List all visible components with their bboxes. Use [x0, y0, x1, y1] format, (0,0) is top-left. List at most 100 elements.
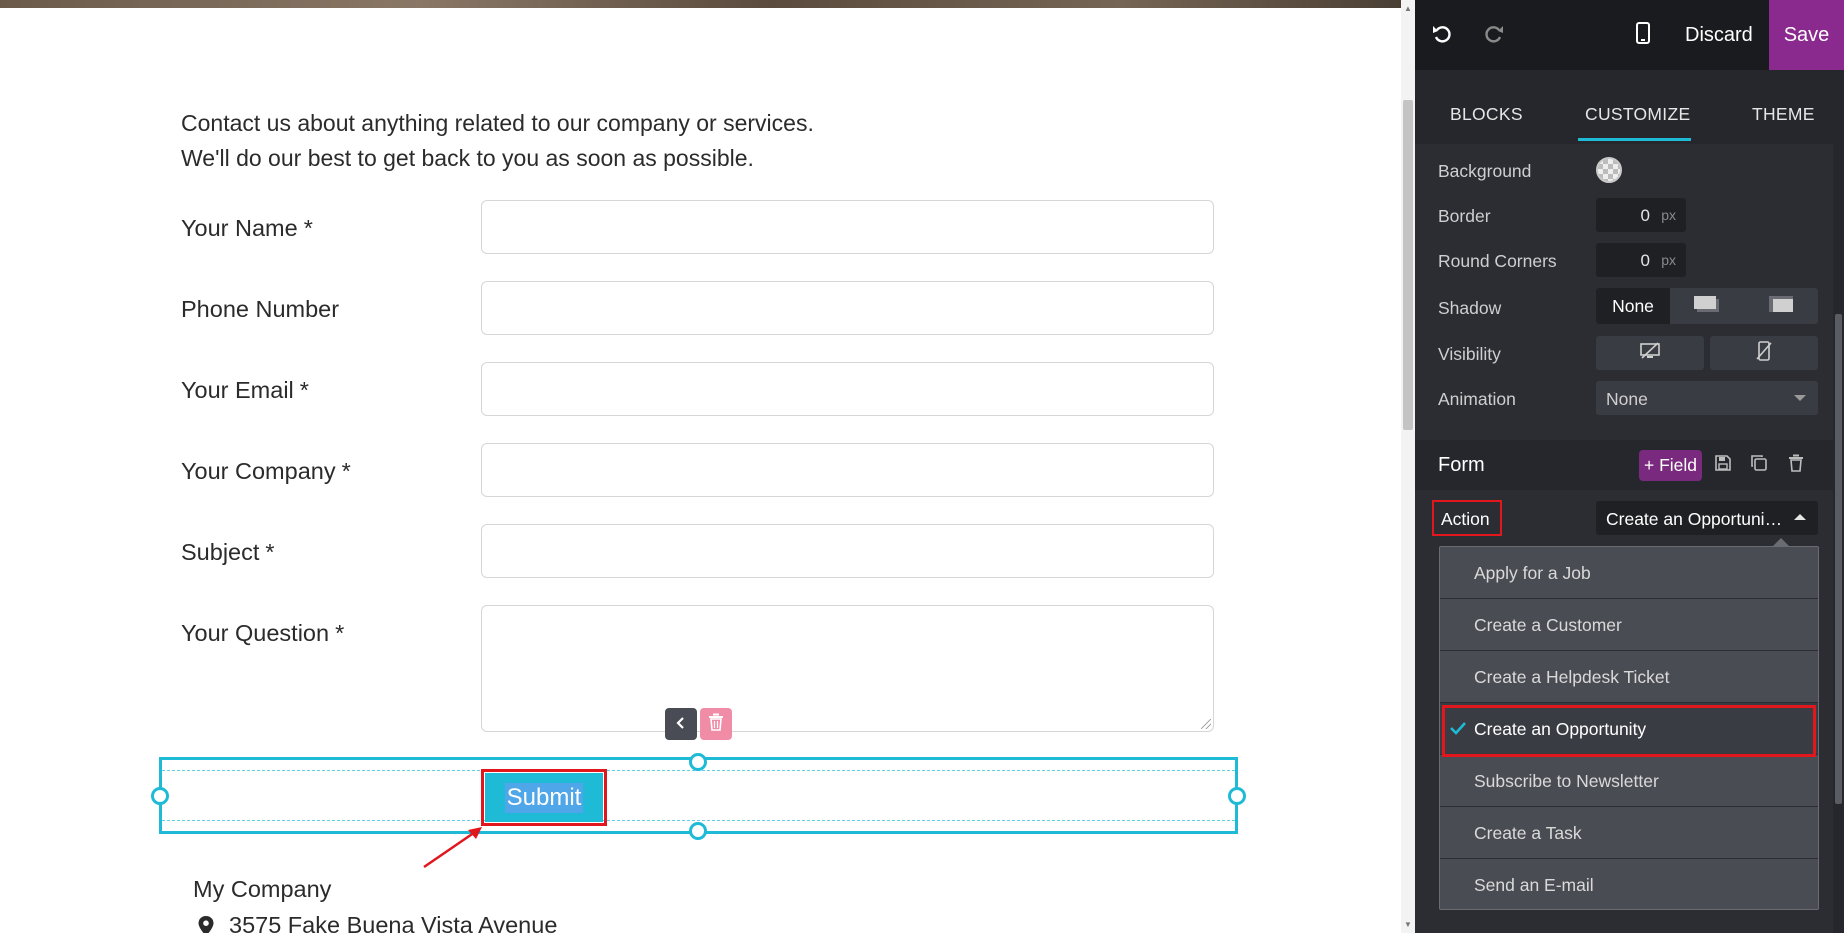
animation-value: None: [1606, 389, 1648, 409]
hero-image-strip: [0, 0, 1401, 8]
shadow-outset-button[interactable]: [1670, 288, 1744, 324]
animation-select[interactable]: None: [1596, 381, 1818, 415]
action-dropdown-menu: Apply for a Job Create a Customer Create…: [1439, 546, 1819, 910]
active-tab-indicator: [1578, 138, 1691, 141]
chevron-up-icon: [1794, 514, 1806, 520]
trash-icon: [1788, 454, 1804, 477]
option-round-corners: Round Corners 0 px: [1438, 243, 1818, 277]
option-shadow: Shadow None: [1438, 288, 1818, 324]
mobile-hidden-icon: [1756, 340, 1772, 366]
action-select[interactable]: Create an Opportuni…: [1596, 501, 1818, 535]
action-option-apply-job[interactable]: Apply for a Job: [1440, 547, 1818, 599]
selected-option-highlight: [1442, 705, 1816, 757]
email-input[interactable]: [481, 362, 1214, 416]
editor-scrollbar[interactable]: [1833, 144, 1844, 933]
resize-handle-left[interactable]: [151, 787, 169, 805]
map-pin-icon: [193, 915, 219, 933]
name-input[interactable]: [481, 200, 1214, 254]
option-border: Border 0 px: [1438, 198, 1818, 232]
redo-icon: [1483, 22, 1505, 49]
border-width-value: 0: [1640, 206, 1650, 225]
background-label: Background: [1438, 161, 1532, 181]
shadow-inset-icon: [1766, 294, 1796, 319]
mobile-preview-button[interactable]: [1630, 21, 1656, 49]
action-label-highlight: Action: [1432, 500, 1502, 536]
tab-blocks[interactable]: BLOCKS: [1450, 104, 1523, 125]
phone-input[interactable]: [481, 281, 1214, 335]
action-option-helpdesk-ticket[interactable]: Create a Helpdesk Ticket: [1440, 651, 1818, 703]
field-label-company: Your Company *: [181, 458, 351, 484]
copy-icon: [1750, 454, 1768, 477]
editor-tabs: BLOCKS CUSTOMIZE THEME: [1415, 70, 1844, 144]
action-select-value: Create an Opportuni…: [1606, 509, 1783, 529]
shadow-selector: None: [1596, 288, 1818, 324]
floppy-disk-icon: [1715, 454, 1731, 476]
shadow-label: Shadow: [1438, 298, 1502, 318]
action-option-create-customer[interactable]: Create a Customer: [1440, 599, 1818, 651]
undo-button[interactable]: [1429, 22, 1455, 48]
desktop-hidden-icon: [1639, 341, 1661, 365]
mobile-phone-icon: [1636, 21, 1650, 49]
add-field-button[interactable]: + Field: [1639, 450, 1702, 481]
page-scrollbar-thumb[interactable]: [1403, 100, 1413, 430]
scroll-down-icon[interactable]: ▼: [1404, 920, 1412, 929]
field-label-phone: Phone Number: [181, 296, 340, 322]
page-scrollbar[interactable]: ▲ ▼: [1401, 0, 1415, 933]
round-corners-label: Round Corners: [1438, 251, 1557, 271]
hide-on-mobile-button[interactable]: [1710, 336, 1818, 370]
trash-icon: [708, 713, 724, 736]
move-snippet-button[interactable]: [665, 708, 697, 740]
form-section-header: Form + Field: [1415, 440, 1844, 490]
round-corners-input[interactable]: 0 px: [1596, 243, 1686, 277]
hide-on-desktop-button[interactable]: [1596, 336, 1704, 370]
duplicate-snippet-button[interactable]: [1748, 454, 1770, 476]
remove-snippet-button[interactable]: [1785, 454, 1807, 476]
border-label: Border: [1438, 206, 1491, 226]
save-button[interactable]: Save: [1769, 0, 1844, 70]
chevron-left-icon: [674, 714, 688, 735]
shadow-inset-button[interactable]: [1744, 288, 1818, 324]
submit-button[interactable]: Submit: [485, 773, 603, 822]
subject-input[interactable]: [481, 524, 1214, 578]
option-background: Background: [1438, 153, 1818, 187]
editor-topbar: Discard Save: [1415, 0, 1844, 70]
action-option-subscribe-newsletter[interactable]: Subscribe to Newsletter: [1440, 755, 1818, 807]
company-input[interactable]: [481, 443, 1214, 497]
editor-scrollbar-thumb[interactable]: [1835, 314, 1842, 804]
question-textarea[interactable]: [481, 605, 1214, 732]
action-option-create-task[interactable]: Create a Task: [1440, 807, 1818, 859]
tab-theme[interactable]: THEME: [1752, 104, 1815, 125]
company-address: 3575 Fake Buena Vista Avenue: [193, 912, 557, 933]
save-snippet-button[interactable]: [1712, 454, 1734, 476]
field-label-email: Your Email *: [181, 377, 309, 403]
redo-button[interactable]: [1481, 22, 1507, 48]
shadow-outset-icon: [1692, 294, 1722, 319]
contact-intro: Contact us about anything related to our…: [181, 106, 814, 176]
selection-padding-guides: [162, 770, 1235, 821]
editor-panel: Discard Save BLOCKS CUSTOMIZE THEME Back…: [1415, 0, 1844, 933]
border-width-input[interactable]: 0 px: [1596, 198, 1686, 232]
round-corners-unit: px: [1661, 252, 1676, 268]
delete-snippet-button[interactable]: [700, 708, 732, 740]
undo-icon: [1431, 22, 1453, 49]
discard-button[interactable]: Discard: [1685, 0, 1753, 70]
action-option-send-email[interactable]: Send an E-mail: [1440, 859, 1818, 911]
field-label-subject: Subject *: [181, 539, 275, 565]
field-label-name: Your Name *: [181, 215, 313, 241]
address-text: 3575 Fake Buena Vista Avenue: [229, 912, 558, 933]
intro-line-1: Contact us about anything related to our…: [181, 110, 814, 136]
chevron-down-icon: [1794, 395, 1806, 401]
form-section-title: Form: [1438, 454, 1485, 476]
submit-highlight-box: Submit: [481, 769, 607, 826]
tab-customize[interactable]: CUSTOMIZE: [1585, 104, 1690, 125]
resize-handle-right[interactable]: [1228, 787, 1246, 805]
shadow-none-button[interactable]: None: [1596, 288, 1670, 324]
resize-grip-icon[interactable]: [1201, 719, 1211, 729]
action-label: Action: [1441, 509, 1490, 529]
resize-handle-top[interactable]: [689, 753, 707, 771]
resize-handle-bottom[interactable]: [689, 822, 707, 840]
scroll-up-icon[interactable]: ▲: [1404, 4, 1412, 13]
option-visibility: Visibility: [1438, 336, 1818, 370]
animation-label: Animation: [1438, 389, 1516, 409]
background-color-picker[interactable]: [1596, 157, 1622, 183]
